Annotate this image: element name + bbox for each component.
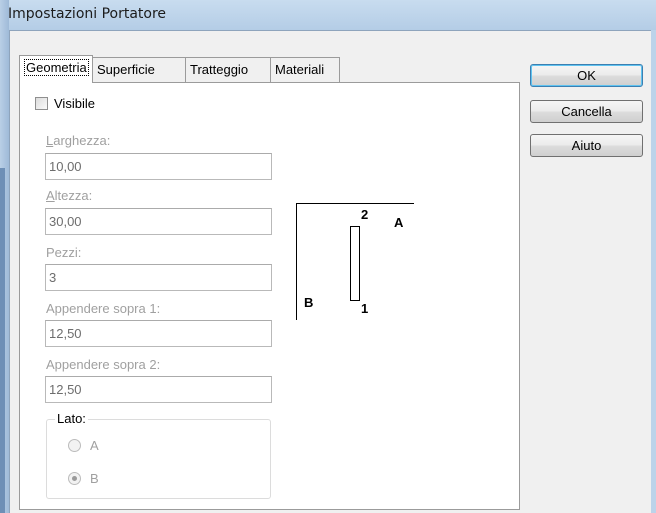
radio-a-circle[interactable]: [68, 439, 81, 452]
radio-a-label: A: [90, 438, 99, 453]
width-field[interactable]: [45, 153, 272, 180]
carrier-diagram: 2 A B 1: [296, 203, 414, 320]
pieces-label: Pezzi:: [46, 245, 82, 260]
ok-button[interactable]: OK: [530, 64, 643, 87]
tab-tratteggio[interactable]: Tratteggio: [185, 57, 271, 82]
window-title: Impostazioni Portatore: [8, 6, 167, 22]
hang1-field[interactable]: [45, 320, 272, 347]
title-bar[interactable]: Impostazioni Portatore: [0, 0, 656, 30]
dialog-window: Impostazioni Portatore Geometria Superfi…: [0, 0, 656, 513]
hang1-label: Appendere sopra 1:: [46, 301, 161, 316]
hang2-field[interactable]: [45, 376, 272, 403]
radio-b-circle[interactable]: [68, 472, 81, 485]
tab-materiali[interactable]: Materiali: [270, 57, 340, 82]
tab-geometria[interactable]: Geometria: [19, 55, 93, 83]
window-left-border: [0, 0, 9, 513]
visible-checkbox[interactable]: [35, 97, 48, 110]
diagram-label-a: A: [394, 215, 404, 230]
diagram-label-1: 1: [361, 301, 368, 316]
diagram-carrier-rect: [350, 226, 360, 301]
pieces-field[interactable]: [45, 264, 272, 291]
side-groupbox: [46, 419, 271, 499]
visible-label: Visibile: [54, 96, 95, 111]
height-field[interactable]: [45, 208, 272, 235]
width-label: Larghezza:: [46, 133, 111, 148]
help-button[interactable]: Aiuto: [530, 134, 643, 157]
radio-b-label: B: [90, 471, 99, 486]
tab-superficie[interactable]: Superficie: [92, 57, 186, 82]
height-label: Altezza:: [46, 188, 93, 203]
side-groupbox-title: Lato:: [55, 411, 88, 426]
diagram-label-2: 2: [361, 207, 368, 222]
diagram-label-b: B: [304, 295, 313, 310]
hang2-label: Appendere sopra 2:: [46, 357, 161, 372]
cancel-button[interactable]: Cancella: [530, 100, 643, 123]
